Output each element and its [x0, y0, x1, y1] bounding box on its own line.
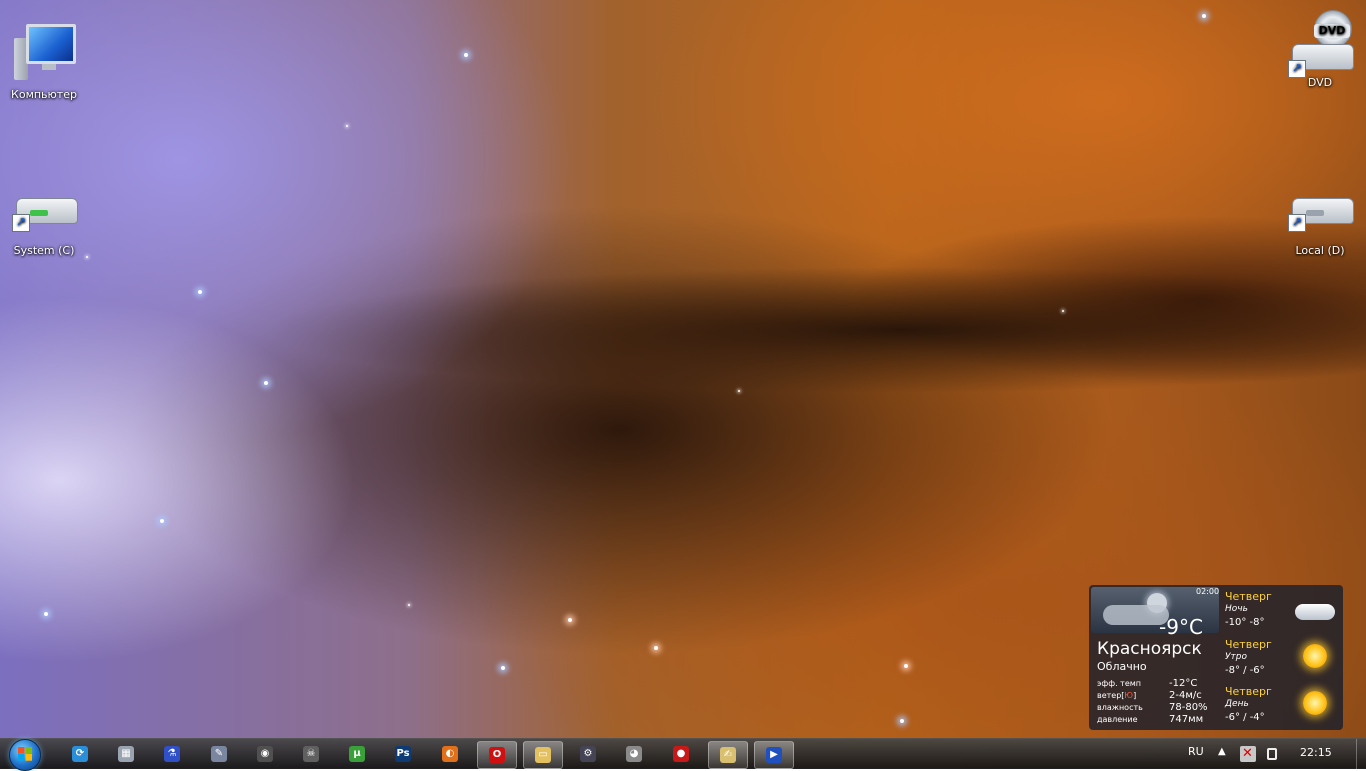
hard-drive-icon: ↗ [8, 188, 80, 240]
taskbar-button[interactable]: ▶ [754, 741, 794, 769]
taskbar-button[interactable]: O [477, 741, 517, 769]
show-desktop-button[interactable] [1356, 739, 1366, 769]
sync-icon: ⟳ [72, 746, 88, 762]
forecast-item: Четверг День -6° / -4° [1225, 681, 1341, 727]
star [501, 666, 505, 670]
detail-row: давление 747мм [1097, 714, 1204, 725]
calculator-icon: ▦ [118, 746, 134, 762]
current-temperature: -9°C [1159, 615, 1203, 639]
star [198, 290, 202, 294]
language-indicator[interactable]: RU [1188, 745, 1204, 758]
desktop-icon-local-d[interactable]: ↗ Local (D) [1282, 188, 1358, 258]
notepad-icon: ✍ [720, 747, 736, 763]
taskbar-button[interactable]: ✎ [200, 741, 238, 767]
desktop-icon-label: DVD [1307, 76, 1333, 89]
taskbar-button[interactable]: Ps [384, 741, 422, 767]
gimp-icon: ◕ [626, 746, 642, 762]
star [160, 519, 164, 523]
taskbar-button[interactable]: ◕ [615, 741, 653, 767]
eye-icon: ◉ [257, 746, 273, 762]
detail-row: ветер[Ю] 2-4м/с [1097, 690, 1202, 701]
desktop-icon-label: Local (D) [1295, 244, 1345, 257]
star [346, 125, 348, 127]
sunny-icon [1295, 640, 1335, 672]
star [86, 256, 88, 258]
desktop-icon-label: System (C) [13, 244, 75, 257]
flask-icon: ⚗ [164, 746, 180, 762]
star [44, 612, 48, 616]
weather-condition: Облачно [1097, 660, 1147, 673]
weather-gadget[interactable]: 02:00 -9°C Красноярск Облачно эфф. темп … [1089, 585, 1343, 730]
star [408, 604, 410, 606]
detail-row: эфф. темп -12°C [1097, 678, 1198, 689]
dvd-drive-icon: DVD ↗ [1284, 10, 1356, 78]
desktop-icon-system-c[interactable]: ↗ System (C) [6, 188, 82, 258]
cloudy-icon [1295, 592, 1335, 624]
show-hidden-icons-button[interactable]: ▲ [1218, 746, 1226, 757]
hard-drive-icon: ↗ [1284, 188, 1356, 240]
alien-icon: ☠ [303, 746, 319, 762]
taskbar-button[interactable]: ⚗ [153, 741, 191, 767]
weather-details: эфф. темп -12°C ветер[Ю] 2-4м/с влажност… [1097, 678, 1215, 726]
desktop-icon-label: Компьютер [11, 88, 77, 101]
utorrent-icon: µ [349, 746, 365, 762]
star [738, 390, 740, 392]
taskbar-button[interactable]: ✍ [708, 741, 748, 769]
game-icon: ● [673, 746, 689, 762]
star [264, 381, 268, 385]
taskbar-button[interactable]: ⚙ [569, 741, 607, 767]
taskbar-button[interactable]: ⟳ [61, 741, 99, 767]
taskbar-button[interactable]: ▭ [523, 741, 563, 769]
star [1062, 310, 1064, 312]
tool-icon: ✎ [211, 746, 227, 762]
flag-icon[interactable]: ✕ [1240, 746, 1256, 762]
photoshop-icon: Ps [395, 746, 411, 762]
desktop-icon-dvd[interactable]: DVD ↗ DVD [1282, 10, 1358, 90]
taskbar-button[interactable]: ● [662, 741, 700, 767]
city-name: Красноярск [1097, 639, 1202, 659]
windows-logo-icon [9, 739, 41, 771]
taskbar-button[interactable]: µ [338, 741, 376, 767]
taskbar-button[interactable]: ☠ [292, 741, 330, 767]
taskbar-button[interactable]: ◉ [246, 741, 284, 767]
forecast-item: Четверг Ночь -10° -8° [1225, 586, 1341, 632]
forecast-item: Четверг Утро -8° / -6° [1225, 634, 1341, 680]
star [568, 618, 572, 622]
opera-icon: O [489, 747, 505, 763]
star [1202, 14, 1206, 18]
star [654, 646, 658, 650]
clock[interactable]: 22:15 [1300, 746, 1332, 759]
firefox-icon: ◐ [442, 746, 458, 762]
star [904, 664, 908, 668]
weather-time: 02:00 [1196, 587, 1220, 596]
power-icon[interactable] [1264, 746, 1280, 762]
star [900, 719, 904, 723]
desktop-icon-computer[interactable]: Компьютер [6, 20, 82, 102]
steam-icon: ⚙ [580, 746, 596, 762]
start-button[interactable] [5, 738, 45, 771]
detail-row: влажность 78-80% [1097, 702, 1208, 713]
sunny-icon [1295, 687, 1335, 719]
computer-icon [12, 20, 76, 84]
taskbar-button[interactable]: ◐ [431, 741, 469, 767]
taskbar: ⟳ ▦ ⚗ ✎ ◉ ☠ µ Ps ◐ O ▭ ⚙ ◕ ● ✍ ▶ RU ▲ ✕ 22:15 [0, 738, 1366, 771]
star [464, 53, 468, 57]
player-icon: ▶ [766, 747, 782, 763]
taskbar-button[interactable]: ▦ [107, 741, 145, 767]
explorer-icon: ▭ [535, 747, 551, 763]
